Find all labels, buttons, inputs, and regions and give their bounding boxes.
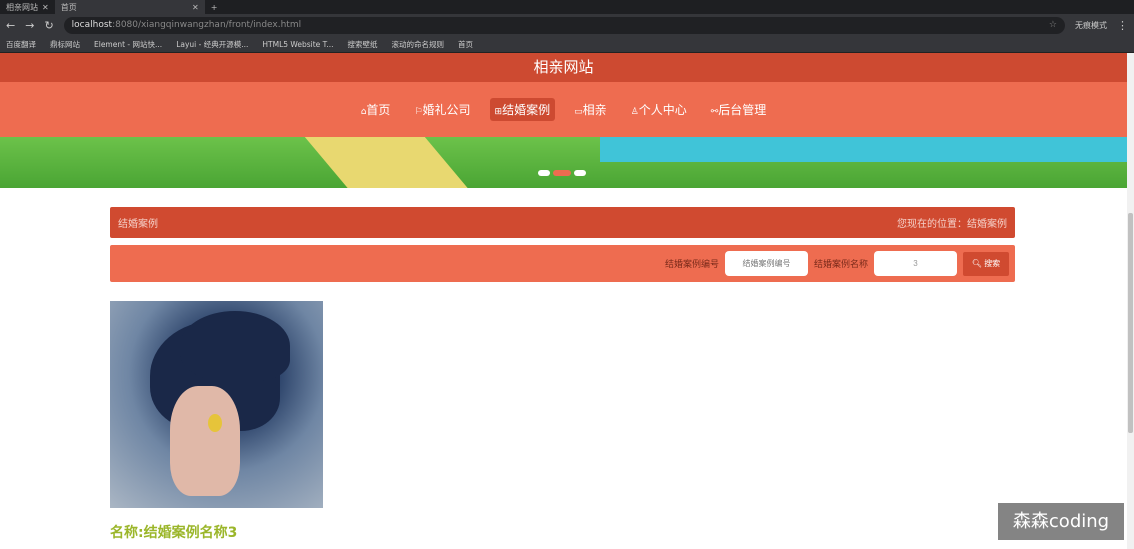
scrollbar[interactable] xyxy=(1127,53,1134,549)
search-button[interactable]: 🔍︎ 搜索 xyxy=(963,251,1009,276)
nav-icon: ⊞ xyxy=(494,107,503,117)
browser-tab-bar: 相亲网站 ✕ 首页 ✕ + xyxy=(0,0,1134,14)
bookmark[interactable]: Layui - 经典开源模... xyxy=(176,39,248,50)
nav-label: 婚礼公司 xyxy=(422,103,471,117)
nav-label: 相亲 xyxy=(582,103,607,117)
address-toolbar: ← → ↻ localhost:8080/xiangqinwangzhan/fron… xyxy=(0,14,1134,36)
bookmarks-bar: 百度翻译 鼎标网站 Element - 网站快... Layui - 经典开源模… xyxy=(0,36,1134,53)
search-icon: 🔍︎ xyxy=(971,259,982,268)
forward-icon[interactable]: → xyxy=(25,19,34,32)
url-bar[interactable]: localhost:8080/xiangqinwangzhan/front/in… xyxy=(63,16,1065,34)
case-image[interactable] xyxy=(110,301,323,508)
case-caption[interactable]: 名称:结婚案例名称3 xyxy=(110,522,237,542)
bookmark[interactable]: HTML5 Website T... xyxy=(262,40,333,49)
bookmark[interactable]: 滚动的命名规则 xyxy=(392,39,445,50)
nav-item[interactable]: ⊞结婚案例 xyxy=(489,98,556,121)
case-number-input[interactable] xyxy=(724,251,808,276)
nav-item[interactable]: ♙个人中心 xyxy=(626,98,692,121)
main-nav: ⌂首页 ⚐婚礼公司 ⊞结婚案例 ▭相亲 ♙个人中心 ⚯后台管理 xyxy=(0,82,1127,137)
nav-icon: ♙ xyxy=(630,107,639,117)
carousel-dot[interactable] xyxy=(574,170,586,176)
profile-label[interactable]: 无痕模式 xyxy=(1075,20,1107,31)
bookmark[interactable]: Element - 网站快... xyxy=(94,39,162,50)
nav-label: 首页 xyxy=(366,103,391,117)
search-button-label: 搜索 xyxy=(984,259,1001,268)
carousel-dot-active[interactable] xyxy=(553,170,571,176)
new-tab-icon[interactable]: + xyxy=(205,0,224,14)
case-number-label: 结婚案例编号 xyxy=(664,260,719,270)
page-title: 结婚案例 xyxy=(118,219,158,230)
reload-icon[interactable]: ↻ xyxy=(44,19,53,32)
nav-item[interactable]: ▭相亲 xyxy=(569,98,612,121)
back-icon[interactable]: ← xyxy=(6,19,15,32)
tab-2[interactable]: 首页 ✕ xyxy=(54,0,205,14)
case-name-label: 结婚案例名称 xyxy=(813,260,868,270)
nav-item[interactable]: ⚐婚礼公司 xyxy=(409,98,475,121)
carousel-indicators xyxy=(538,170,586,176)
watermark: 森森coding xyxy=(998,503,1124,540)
close-icon[interactable]: ✕ xyxy=(42,3,49,12)
bookmark[interactable]: 首页 xyxy=(458,39,473,50)
banner-carousel[interactable] xyxy=(0,137,1127,188)
star-icon[interactable]: ☆ xyxy=(1049,20,1057,30)
breadcrumb: 结婚案例 您现在的位置：结婚案例 xyxy=(110,207,1015,238)
url-path: :8080/xiangqinwangzhan/front/index.html xyxy=(112,20,302,30)
close-icon[interactable]: ✕ xyxy=(192,3,199,12)
search-bar: 结婚案例编号 结婚案例名称 🔍︎ 搜索 xyxy=(110,245,1015,282)
menu-icon[interactable]: ⋮ xyxy=(1117,19,1128,32)
nav-icon: ⚐ xyxy=(414,107,423,117)
bookmark[interactable]: 鼎标网站 xyxy=(50,39,80,50)
breadcrumb-location: 您现在的位置：结婚案例 xyxy=(897,219,1007,230)
carousel-dot[interactable] xyxy=(538,170,550,176)
nav-label: 后台管理 xyxy=(718,103,767,117)
site-title: 相亲网站 xyxy=(0,53,1127,82)
nav-item[interactable]: ⌂首页 xyxy=(356,98,396,121)
nav-label: 个人中心 xyxy=(638,103,687,117)
case-name-input[interactable] xyxy=(874,251,957,276)
bookmark[interactable]: 百度翻译 xyxy=(6,39,36,50)
tab-label: 首页 xyxy=(60,2,77,12)
tab-label: 相亲网站 xyxy=(6,2,38,12)
nav-label: 结婚案例 xyxy=(502,103,551,117)
nav-item[interactable]: ⚯后台管理 xyxy=(706,98,772,121)
bookmark[interactable]: 搜索壁纸 xyxy=(348,39,378,50)
nav-icon: ▭ xyxy=(574,107,583,117)
url-host: localhost xyxy=(71,20,113,30)
tab-1[interactable]: 相亲网站 ✕ xyxy=(0,0,55,14)
